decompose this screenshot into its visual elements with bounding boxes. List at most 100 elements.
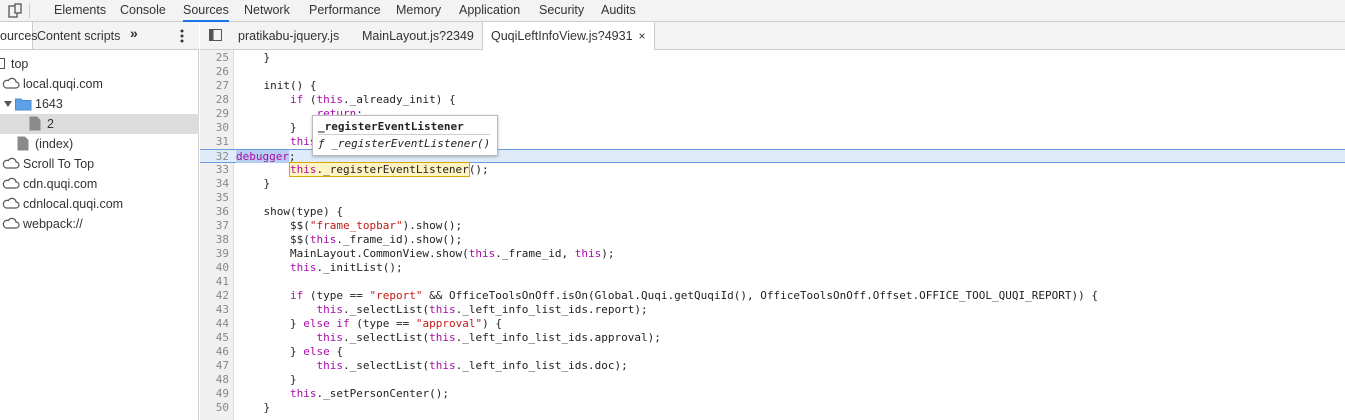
more-tabs-chevron-icon[interactable]: » bbox=[130, 25, 138, 41]
line-number[interactable]: 37 bbox=[200, 219, 229, 233]
expand-triangle-icon[interactable] bbox=[4, 101, 13, 108]
code-line[interactable]: 48 } bbox=[200, 373, 1345, 387]
line-number[interactable]: 31 bbox=[200, 135, 229, 149]
code-line[interactable]: 35 bbox=[200, 191, 1345, 205]
tab-application[interactable]: Application bbox=[459, 0, 520, 21]
code-line[interactable]: 26 bbox=[200, 65, 1345, 79]
code-line[interactable]: 33 this._registerEventListener(); bbox=[200, 162, 1345, 177]
cloud-icon bbox=[2, 217, 20, 229]
file-icon bbox=[29, 116, 41, 131]
tree-item-label: (index) bbox=[35, 137, 74, 151]
line-number[interactable]: 35 bbox=[200, 191, 229, 205]
line-number[interactable]: 28 bbox=[200, 93, 229, 107]
line-number[interactable]: 50 bbox=[200, 401, 229, 415]
code-line[interactable]: 40 this._initList(); bbox=[200, 261, 1345, 275]
hover-tooltip: _registerEventListener ƒ _registerEventL… bbox=[312, 115, 498, 156]
code-line[interactable]: 25 } bbox=[200, 51, 1345, 65]
line-number[interactable]: 49 bbox=[200, 387, 229, 401]
close-tab-icon[interactable]: × bbox=[639, 29, 646, 43]
code-line[interactable]: 41 bbox=[200, 275, 1345, 289]
tree-item-folder-1643[interactable]: 1643 bbox=[0, 94, 199, 114]
tree-item-cdnlocal-quqi[interactable]: cdnlocal.quqi.com bbox=[0, 194, 199, 214]
device-toggle-icon[interactable] bbox=[7, 3, 23, 19]
code-text: $$("frame_topbar").show(); bbox=[237, 219, 463, 232]
line-number[interactable]: 48 bbox=[200, 373, 229, 387]
line-number[interactable]: 38 bbox=[200, 233, 229, 247]
line-number[interactable]: 30 bbox=[200, 121, 229, 135]
tree-item-scroll-to-top[interactable]: Scroll To Top bbox=[0, 154, 199, 174]
line-number[interactable]: 39 bbox=[200, 247, 229, 261]
tree-item-label: Scroll To Top bbox=[23, 157, 95, 171]
code-line[interactable]: 39 MainLayout.CommonView.show(this._fram… bbox=[200, 247, 1345, 261]
file-icon bbox=[17, 136, 29, 151]
line-number[interactable]: 44 bbox=[200, 317, 229, 331]
tab-content-scripts[interactable]: Content scripts bbox=[37, 22, 120, 49]
line-number[interactable]: 34 bbox=[200, 177, 229, 191]
line-number[interactable]: 42 bbox=[200, 289, 229, 303]
editor-tab-quqileftinfoview[interactable]: QuqiLeftInfoView.js?4931 × bbox=[482, 22, 655, 50]
line-number[interactable]: 25 bbox=[200, 51, 229, 65]
tab-network[interactable]: Network bbox=[244, 0, 290, 21]
tab-audits[interactable]: Audits bbox=[601, 0, 636, 21]
tab-console[interactable]: Console bbox=[120, 0, 166, 21]
code-text: } bbox=[237, 401, 271, 414]
line-number[interactable]: 40 bbox=[200, 261, 229, 275]
tree-item-local-quqi[interactable]: local.quqi.com bbox=[0, 74, 199, 94]
line-number[interactable]: 29 bbox=[200, 107, 229, 121]
line-number[interactable]: 47 bbox=[200, 359, 229, 373]
code-line[interactable]: 27 init() { bbox=[200, 79, 1345, 93]
code-line[interactable]: 45 this._selectList(this._left_info_list… bbox=[200, 331, 1345, 345]
line-number[interactable]: 26 bbox=[200, 65, 229, 79]
tree-item-index[interactable]: (index) bbox=[0, 134, 199, 154]
line-number[interactable]: 41 bbox=[200, 275, 229, 289]
editor-tab-pratikabu[interactable]: pratikabu-jquery.js bbox=[238, 22, 339, 49]
tab-sources-navigator[interactable]: ources bbox=[0, 22, 38, 49]
tree-item-label: 2 bbox=[47, 117, 54, 131]
code-line[interactable]: 28 if (this._already_init) { bbox=[200, 93, 1345, 107]
line-number[interactable]: 32 bbox=[200, 150, 229, 164]
tab-sources[interactable]: Sources bbox=[183, 0, 229, 22]
code-line[interactable]: 46 } else { bbox=[200, 345, 1345, 359]
tooltip-title: _registerEventListener bbox=[318, 119, 490, 135]
tab-security[interactable]: Security bbox=[539, 0, 584, 21]
tab-performance[interactable]: Performance bbox=[309, 0, 381, 21]
kebab-menu-icon[interactable] bbox=[176, 28, 188, 44]
code-line[interactable]: 43 this._selectList(this._left_info_list… bbox=[200, 303, 1345, 317]
code-line[interactable]: 34 } bbox=[200, 177, 1345, 191]
code-line[interactable]: 36 show(type) { bbox=[200, 205, 1345, 219]
line-number[interactable]: 36 bbox=[200, 205, 229, 219]
code-text: } bbox=[237, 373, 297, 386]
tree-item-top[interactable]: top bbox=[0, 54, 199, 74]
tab-memory[interactable]: Memory bbox=[396, 0, 441, 21]
code-line[interactable]: 47 this._selectList(this._left_info_list… bbox=[200, 359, 1345, 373]
editor-tab-label: QuqiLeftInfoView.js?4931 bbox=[491, 29, 633, 43]
line-number[interactable]: 45 bbox=[200, 331, 229, 345]
tree-item-cdn-quqi[interactable]: cdn.quqi.com bbox=[0, 174, 199, 194]
code-line[interactable]: 49 this._setPersonCenter(); bbox=[200, 387, 1345, 401]
code-line[interactable]: 42 if (type == "report" && OfficeToolsOn… bbox=[200, 289, 1345, 303]
code-line[interactable]: 44 } else if (type == "approval") { bbox=[200, 317, 1345, 331]
toolbar-divider bbox=[29, 4, 30, 18]
line-number[interactable]: 46 bbox=[200, 345, 229, 359]
line-number[interactable]: 33 bbox=[200, 163, 229, 177]
devtools-toolbar: Elements Console Sources Network Perform… bbox=[0, 0, 1345, 22]
tree-item-webpack[interactable]: webpack:// bbox=[0, 214, 199, 234]
code-line[interactable]: 50 } bbox=[200, 401, 1345, 415]
tree-item-label: cdn.quqi.com bbox=[23, 177, 98, 191]
line-number[interactable]: 27 bbox=[200, 79, 229, 93]
tree-item-file-2[interactable]: 2 bbox=[0, 114, 199, 134]
code-line[interactable]: 37 $$("frame_topbar").show(); bbox=[200, 219, 1345, 233]
hovered-expression[interactable]: this._registerEventListener bbox=[288, 162, 470, 177]
editor-tab-mainlayout[interactable]: MainLayout.js?2349 bbox=[362, 22, 474, 49]
debugger-statement: debugger bbox=[236, 150, 289, 163]
toggle-navigator-icon[interactable] bbox=[209, 29, 222, 41]
code-text: } else { bbox=[237, 345, 343, 358]
code-line[interactable]: 38 $$(this._frame_id).show(); bbox=[200, 233, 1345, 247]
code-text: init() { bbox=[237, 79, 317, 92]
line-number[interactable]: 43 bbox=[200, 303, 229, 317]
code-text: } bbox=[237, 177, 271, 190]
code-editor[interactable]: 25 } 26 27 init() {28 if (this._already_in… bbox=[200, 50, 1345, 420]
tab-elements[interactable]: Elements bbox=[54, 0, 106, 21]
folder-icon bbox=[15, 98, 32, 111]
code-text: this._selectList(this._left_info_list_id… bbox=[316, 331, 661, 344]
